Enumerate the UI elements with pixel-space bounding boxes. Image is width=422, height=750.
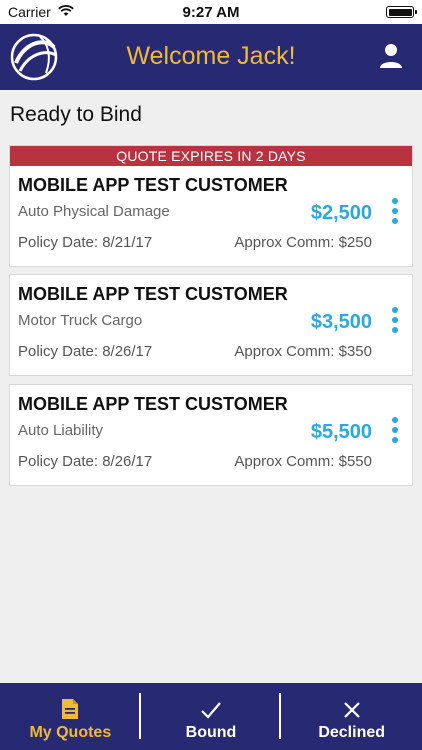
premium-amount: $3,500 — [310, 311, 372, 333]
tab-label: Declined — [318, 724, 386, 741]
policy-date: Policy Date: 8/26/17 — [18, 453, 153, 470]
quote-card[interactable]: QUOTE EXPIRES IN 2 DAYS MOBILE APP TEST … — [9, 145, 413, 267]
customer-name: MOBILE APP TEST CUSTOMER — [18, 284, 288, 304]
more-options-icon[interactable] — [390, 307, 400, 335]
section-title: Ready to Bind — [10, 103, 142, 126]
tab-my-quotes[interactable]: My Quotes — [0, 683, 141, 750]
checkmark-icon — [201, 702, 221, 719]
more-options-icon[interactable] — [390, 417, 400, 445]
approx-commission: Approx Comm: $350 — [234, 343, 372, 360]
status-bar: Carrier 9:27 AM — [0, 0, 422, 24]
premium-amount: $2,500 — [310, 202, 372, 224]
tab-bar: My Quotes Bound Declined — [0, 683, 422, 750]
coverage-type: Motor Truck Cargo — [18, 312, 143, 329]
page-title: Welcome Jack! — [126, 42, 296, 70]
approx-commission: Approx Comm: $550 — [234, 453, 372, 470]
x-icon — [343, 702, 360, 718]
clock: 9:27 AM — [182, 4, 240, 21]
customer-name: MOBILE APP TEST CUSTOMER — [18, 394, 288, 414]
coverage-type: Auto Physical Damage — [18, 203, 170, 220]
battery-icon — [386, 6, 417, 18]
quote-card[interactable]: MOBILE APP TEST CUSTOMER Auto Liability … — [9, 384, 413, 486]
app-header: Welcome Jack! — [0, 24, 422, 90]
person-icon[interactable] — [378, 43, 404, 69]
tab-label: Bound — [185, 724, 237, 741]
premium-amount: $5,500 — [310, 421, 372, 443]
more-options-icon[interactable] — [390, 198, 400, 226]
customer-name: MOBILE APP TEST CUSTOMER — [18, 175, 288, 195]
expiry-banner: QUOTE EXPIRES IN 2 DAYS — [10, 146, 412, 166]
tab-bound[interactable]: Bound — [141, 683, 282, 750]
coverage-type: Auto Liability — [18, 422, 104, 439]
document-icon — [62, 699, 79, 719]
policy-date: Policy Date: 8/26/17 — [18, 343, 153, 360]
approx-commission: Approx Comm: $250 — [234, 234, 372, 251]
tab-declined[interactable]: Declined — [281, 683, 422, 750]
policy-date: Policy Date: 8/21/17 — [18, 234, 153, 251]
quote-card[interactable]: MOBILE APP TEST CUSTOMER Motor Truck Car… — [9, 274, 413, 376]
tab-label: My Quotes — [29, 724, 112, 741]
